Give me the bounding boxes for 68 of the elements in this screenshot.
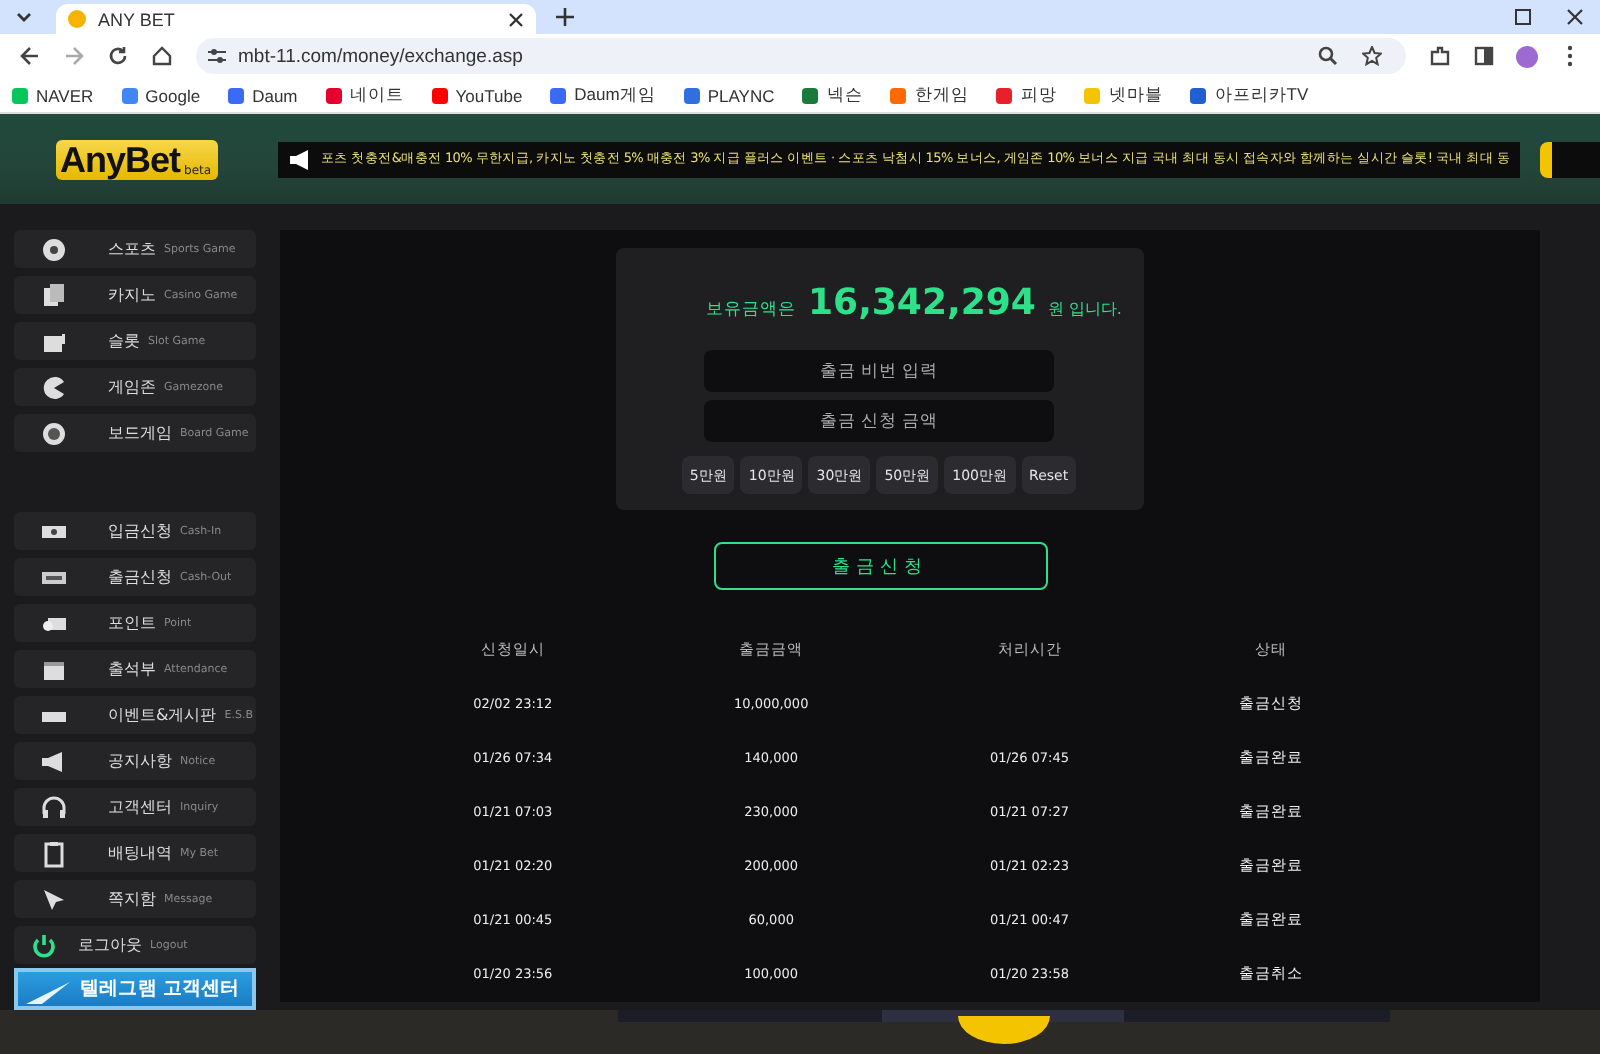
- power-icon: [30, 931, 58, 959]
- amount-field[interactable]: 출금 신청 금액: [704, 400, 1054, 442]
- bookmark-icon: [802, 87, 819, 103]
- bookmark-icon: [1084, 87, 1101, 103]
- chip-icon: [40, 419, 68, 447]
- menu-label: 포인트: [108, 612, 156, 634]
- menu-label: 슬롯: [108, 330, 140, 352]
- bookmark-link[interactable]: 아프리카TV: [1190, 83, 1309, 107]
- menu-label: 게임존: [108, 376, 156, 398]
- telegram-banner[interactable]: 텔레그램 고객센터: [14, 968, 256, 1010]
- profile-avatar[interactable]: [1516, 45, 1538, 67]
- menu-label: 보드게임: [108, 422, 172, 444]
- clipboard-icon: [40, 839, 68, 867]
- bookmark-link[interactable]: NAVER: [12, 85, 94, 105]
- bookmark-icon: [228, 87, 245, 103]
- browser-tab[interactable]: ANY BET: [56, 4, 536, 34]
- cursor-icon: [40, 885, 68, 913]
- bookmark-icon: [683, 87, 700, 103]
- bookmark-link[interactable]: Daum: [228, 85, 298, 105]
- menu-label: 쪽지함: [108, 888, 156, 910]
- password-field[interactable]: 출금 비번 입력: [704, 350, 1054, 392]
- bookmark-link[interactable]: 네이트: [325, 83, 404, 107]
- megaphone-icon: [289, 149, 314, 169]
- site-icon: [68, 10, 86, 28]
- address-bar[interactable]: mbt-11.com/money/exchange.asp: [196, 38, 1406, 74]
- cards-icon: [40, 281, 68, 309]
- menu-label: 카지노: [108, 284, 156, 306]
- menu-label: 공지사항: [108, 750, 172, 772]
- banner-text: 텔레그램 고객센터: [80, 976, 240, 1002]
- url-text: mbt-11.com/money/exchange.asp: [238, 45, 523, 67]
- bookmark-link[interactable]: 넷마블: [1084, 83, 1163, 107]
- bookmark-icon: [12, 87, 28, 103]
- balance-unit: 원 입니다.: [1047, 298, 1122, 320]
- menu-label: 이벤트&게시판: [108, 704, 217, 726]
- bookmark-icon: [996, 87, 1013, 103]
- menu-label: 배팅내역: [108, 842, 172, 864]
- megaphone-icon: [40, 747, 68, 775]
- bookmark-link[interactable]: 피망: [996, 83, 1057, 107]
- menu-label: 고객센터: [108, 796, 172, 818]
- bookmark-icon: [325, 87, 342, 103]
- menu-label: 로그아웃: [78, 934, 142, 956]
- bookmark-icon: [431, 87, 448, 103]
- tab-title: ANY BET: [98, 9, 177, 29]
- bookmark-icon: [121, 87, 138, 103]
- close-icon[interactable]: [508, 11, 524, 27]
- bookmark-icon: [550, 87, 567, 103]
- withdraw-button[interactable]: 출금신청: [713, 542, 1047, 590]
- logo-text: AnyBet: [60, 139, 181, 179]
- bookmark-icon: [1190, 87, 1207, 103]
- site-settings-icon[interactable]: [208, 48, 226, 64]
- menu-label: 입금신청: [108, 520, 172, 542]
- bookmark-link[interactable]: PLAYNC: [683, 85, 775, 105]
- bookmark-link[interactable]: Daum게임: [550, 83, 656, 107]
- new-tab-icon[interactable]: [556, 8, 574, 26]
- balance-amount: 16,342,294: [808, 282, 1036, 324]
- bookmark-link[interactable]: YouTube: [431, 85, 523, 105]
- menu-label: 출금신청: [108, 566, 172, 588]
- menu-label: 스포츠: [108, 238, 156, 260]
- header-button[interactable]: [1540, 141, 1600, 177]
- menu-label: 출석부: [108, 658, 156, 680]
- bookmark-link[interactable]: Google: [121, 85, 201, 105]
- ball-icon: [40, 235, 68, 263]
- bookmark-link[interactable]: 한게임: [890, 83, 969, 107]
- bookmark-icon: [890, 87, 907, 103]
- headset-icon: [40, 793, 68, 821]
- balance-label: 보유금액은: [706, 298, 797, 322]
- pacman-icon: [40, 373, 68, 401]
- bookmark-link[interactable]: 넥슨: [802, 83, 863, 107]
